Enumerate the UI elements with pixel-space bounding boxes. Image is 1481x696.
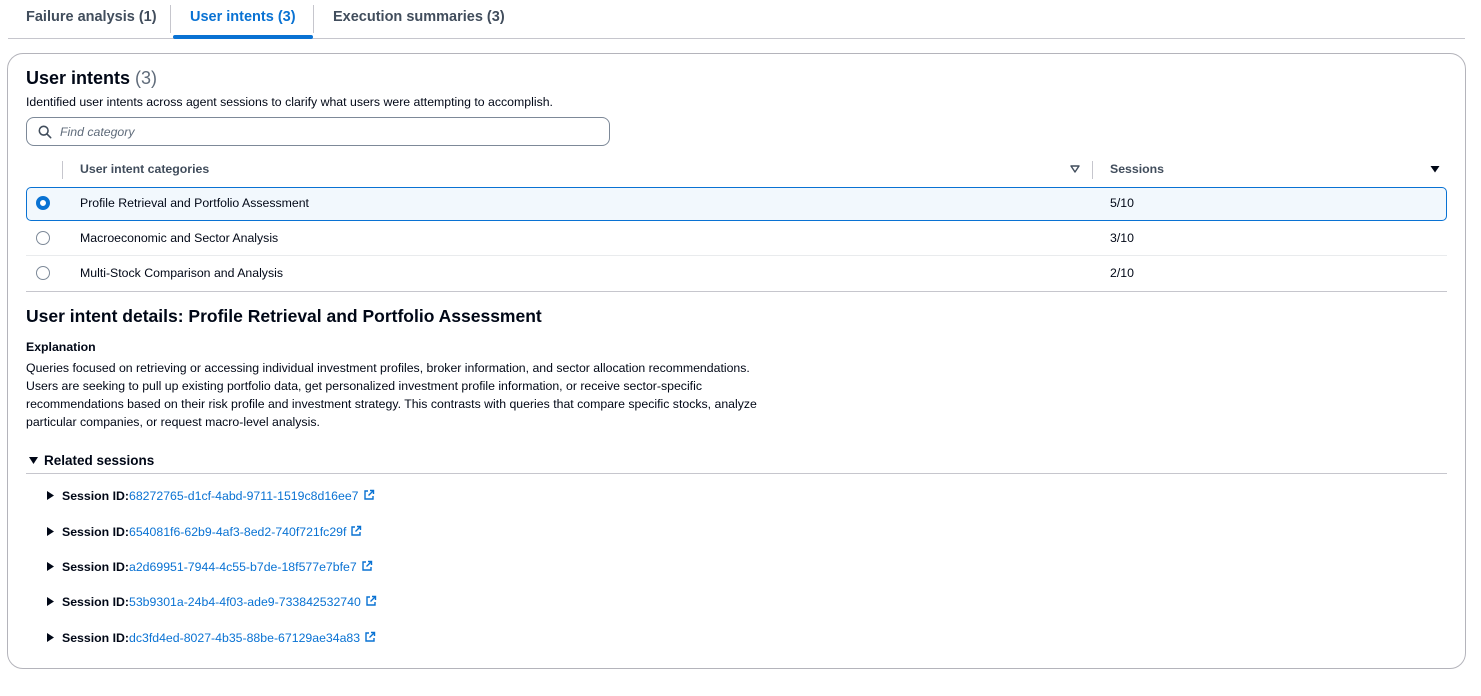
row-radio[interactable] — [36, 231, 50, 245]
column-header-categories[interactable]: User intent categories — [80, 162, 209, 176]
row-category: Multi-Stock Comparison and Analysis — [80, 266, 283, 280]
tab-execution-summaries[interactable]: Execution summaries (3) — [333, 0, 505, 38]
search-input[interactable] — [60, 122, 600, 142]
panel-title-text: User intents — [26, 68, 131, 88]
session-id-link[interactable]: a2d69951-7944-4c55-b7de-18f577e7bfe7 — [129, 560, 357, 574]
related-sessions-toggle[interactable]: Related sessions — [26, 451, 1447, 474]
table-header: User intent categories Sessions — [26, 155, 1447, 185]
tab-bar: Failure analysis (1) User intents (3) Ex… — [8, 0, 1465, 39]
explanation-text: Queries focused on retrieving or accessi… — [26, 361, 757, 429]
session-id-label: Session ID: — [62, 631, 129, 645]
user-intents-panel: User intents (3) Identified user intents… — [7, 53, 1466, 669]
panel-title: User intents (3) — [26, 68, 157, 89]
session-id-label: Session ID: — [62, 525, 129, 539]
table-row[interactable]: Multi-Stock Comparison and Analysis 2/10 — [26, 257, 1447, 291]
table-divider — [26, 291, 1447, 292]
session-id-link[interactable]: 654081f6-62b9-4af3-8ed2-740f721fc29f — [129, 525, 346, 539]
tab-divider — [170, 5, 171, 33]
external-link-icon[interactable] — [365, 595, 377, 607]
session-id-label: Session ID: — [62, 489, 129, 503]
search-box — [26, 117, 610, 146]
row-sessions: 5/10 — [1110, 196, 1134, 210]
caret-right-icon — [47, 562, 54, 571]
row-radio[interactable] — [36, 196, 50, 210]
session-id-label: Session ID: — [62, 595, 129, 609]
session-id-link[interactable]: 68272765-d1cf-4abd-9711-1519c8d16ee7 — [129, 489, 359, 503]
row-category: Profile Retrieval and Portfolio Assessme… — [80, 196, 309, 210]
session-id-link[interactable]: dc3fd4ed-8027-4b35-88be-67129ae34a83 — [129, 631, 360, 645]
panel-title-count: (3) — [135, 68, 158, 88]
caret-right-icon — [47, 491, 54, 500]
details-title: User intent details: Profile Retrieval a… — [26, 306, 542, 326]
row-sessions: 3/10 — [1110, 231, 1134, 245]
explanation-label: Explanation — [26, 340, 96, 354]
sort-descending-icon[interactable] — [1429, 163, 1441, 175]
caret-right-icon — [47, 633, 54, 642]
tab-user-intents[interactable]: User intents (3) — [173, 0, 313, 39]
sort-icon[interactable] — [1069, 163, 1081, 175]
caret-right-icon — [47, 597, 54, 606]
tab-failure-analysis[interactable]: Failure analysis (1) — [26, 0, 157, 38]
session-id-link[interactable]: 53b9301a-24b4-4f03-ade9-733842532740 — [129, 595, 361, 609]
row-category: Macroeconomic and Sector Analysis — [80, 231, 279, 245]
column-header-sessions[interactable]: Sessions — [1110, 162, 1164, 176]
table-row[interactable]: Profile Retrieval and Portfolio Assessme… — [26, 187, 1447, 221]
external-link-icon[interactable] — [361, 560, 373, 572]
column-divider — [1092, 161, 1093, 179]
panel-description: Identified user intents across agent ses… — [26, 95, 553, 109]
caret-down-icon — [29, 457, 38, 464]
column-divider — [62, 161, 63, 179]
caret-right-icon — [47, 527, 54, 536]
external-link-icon[interactable] — [364, 631, 376, 643]
row-sessions: 2/10 — [1110, 266, 1134, 280]
external-link-icon[interactable] — [350, 525, 362, 537]
tab-divider — [313, 5, 314, 33]
external-link-icon[interactable] — [363, 489, 375, 501]
related-sessions-label: Related sessions — [44, 453, 155, 468]
session-id-label: Session ID: — [62, 560, 129, 574]
search-icon — [38, 125, 52, 139]
row-radio[interactable] — [36, 266, 50, 280]
table-row[interactable]: Macroeconomic and Sector Analysis 3/10 — [26, 222, 1447, 256]
